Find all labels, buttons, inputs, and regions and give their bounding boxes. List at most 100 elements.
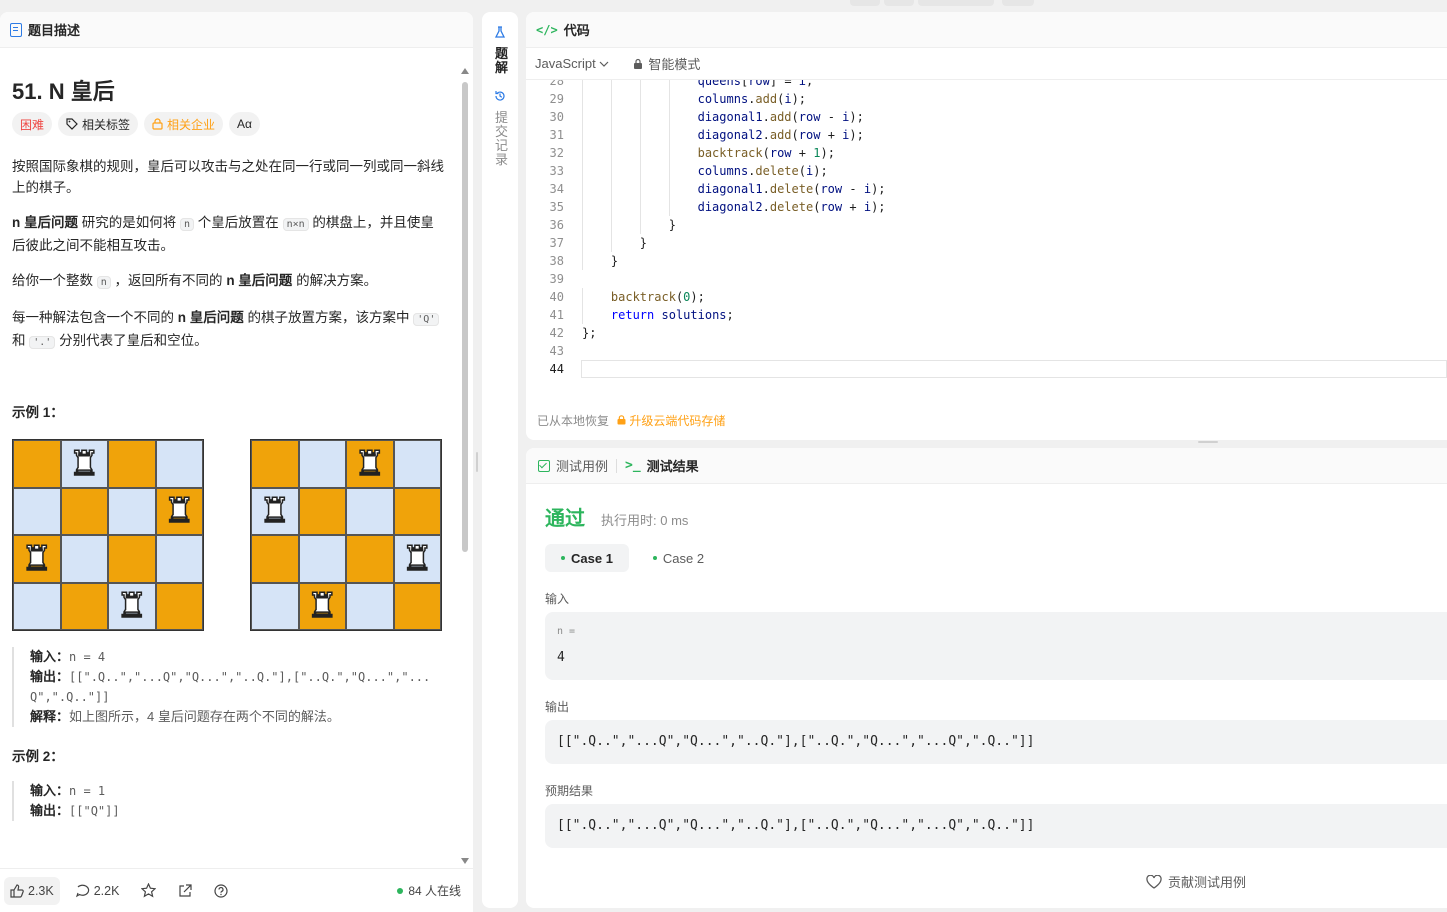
text-span: 分别代表了皇后和空位。 <box>55 333 208 348</box>
upgrade-link[interactable]: 升级云端代码存储 <box>617 412 725 429</box>
inline-code: n <box>180 218 195 231</box>
code-line: 33 columns.delete(i); <box>526 162 1447 180</box>
code-text: } <box>582 254 619 268</box>
top-strip <box>0 0 1447 12</box>
output-value: [[".Q..","...Q","Q...","..Q."],["..Q.","… <box>30 670 431 704</box>
board-cell <box>298 487 346 535</box>
description-paragraph-4: 每一种解法包含一个不同的 n 皇后问题 的棋子放置方案，该方案中 'Q' 和 '… <box>12 307 446 353</box>
queen-cell: ♜ <box>13 535 61 583</box>
code-line: 40 backtrack(0); <box>526 288 1447 306</box>
input-value: n = 1 <box>69 784 106 798</box>
text-span: ，返回所有不同的 <box>110 273 227 288</box>
inline-code: '.' <box>29 336 56 349</box>
tab-result[interactable]: >_ 测试结果 <box>625 456 699 475</box>
line-number: 37 <box>549 236 564 250</box>
lock-icon <box>634 58 643 69</box>
code-text: backtrack(row + 1); <box>697 146 835 160</box>
code-text: diagonal2.delete(row + i); <box>697 200 886 214</box>
expected-value: [[".Q..","...Q","Q...","..Q."],["..Q.","… <box>557 818 1035 833</box>
line-number: 43 <box>549 344 564 358</box>
topics-tag-button[interactable]: 相关标签 <box>58 112 139 136</box>
code-tab[interactable]: </> 代码 <box>526 12 1447 48</box>
tab-submissions-label: 提交记录 <box>493 110 508 167</box>
code-line: 29 columns.add(i); <box>526 90 1447 108</box>
case-1-tab[interactable]: Case 1 <box>545 544 629 572</box>
code-line: 37 } <box>526 234 1447 252</box>
tab-testcase-label: 测试用例 <box>556 459 609 474</box>
code-toolbar: JavaScript 智能模式 <box>526 48 1447 80</box>
board-cell <box>60 535 108 583</box>
tab-solutions[interactable]: 题解 <box>491 26 510 75</box>
scroll-down-arrow[interactable] <box>461 858 469 864</box>
difficulty-badge[interactable]: 困难 <box>12 112 53 136</box>
line-number: 44 <box>549 362 564 376</box>
language-select[interactable]: JavaScript <box>535 56 609 71</box>
case-2-tab[interactable]: Case 2 <box>637 544 720 572</box>
board-cell <box>13 582 61 630</box>
companies-tag-button[interactable]: 相关企业 <box>144 112 224 136</box>
flask-icon <box>494 26 506 38</box>
explain-label: 解释： <box>30 709 70 724</box>
pass-dot-icon <box>652 556 657 560</box>
board-cell <box>155 535 203 583</box>
problem-title: 51. N 皇后 <box>12 79 115 104</box>
output-label: 输出 <box>545 700 570 714</box>
problem-description[interactable]: 51. N 皇后 困难 相关标签 相关企业 Aα 按照国际象棋的规则，皇后可以攻… <box>0 48 458 868</box>
topics-tag-label: 相关标签 <box>82 117 131 132</box>
input-box: n = 4 <box>545 612 1447 680</box>
queen-icon: ♜ <box>259 492 291 531</box>
case-label: Case 2 <box>662 550 705 566</box>
board-cell <box>108 487 156 535</box>
contribute-testcase-button[interactable]: 贡献测试用例 <box>1146 872 1246 891</box>
queen-cell: ♜ <box>108 582 156 630</box>
input-label: 输入： <box>30 649 70 664</box>
board-cell <box>298 440 346 488</box>
code-text: } <box>582 218 676 232</box>
tab-result-label: 测试结果 <box>646 459 699 474</box>
input-value: n = 4 <box>69 650 106 664</box>
code-editor[interactable]: 28 queens[row] = i; 29 columns.add(i); 30 … <box>526 80 1447 384</box>
help-button[interactable] <box>208 877 234 905</box>
result-panel: 测试用例 >_ 测试结果 通过 执行用时: 0 ms Case 1 Case 2… <box>526 448 1447 908</box>
queen-cell: ♜ <box>60 440 108 488</box>
scroll-up-arrow[interactable] <box>461 68 469 74</box>
panel-resize-handle[interactable] <box>476 452 478 472</box>
favorite-button[interactable] <box>135 877 162 905</box>
bold-term: n 皇后问题 <box>12 215 78 230</box>
mode-toggle[interactable]: 智能模式 <box>633 54 700 73</box>
lock-icon <box>617 415 626 425</box>
comments-button[interactable]: 2.2K <box>70 877 126 905</box>
expected-label: 预期结果 <box>545 784 594 798</box>
online-dot-icon <box>397 887 404 894</box>
tab-testcase[interactable]: 测试用例 <box>538 456 608 475</box>
queen-icon: ♜ <box>116 587 148 626</box>
horizontal-resize-handle[interactable] <box>1198 441 1218 443</box>
queen-cell: ♜ <box>298 582 346 630</box>
line-number: 30 <box>549 110 564 124</box>
like-button[interactable]: 2.3K <box>4 876 60 905</box>
description-paragraph-3: 给你一个整数 n ，返回所有不同的 n 皇后问题 的解决方案。 <box>12 270 446 293</box>
text-span: 每一种解法包含一个不同的 <box>12 310 178 325</box>
problem-tab[interactable]: 题目描述 <box>0 12 473 48</box>
tab-submissions[interactable]: 提交记录 <box>491 90 510 167</box>
example-boards: ♜ ♜ ♜ ♜ ♜ ♜ ♜ ♜ <box>12 439 446 631</box>
runtime-text: 执行用时: 0 ms <box>601 513 689 528</box>
font-size-button[interactable]: Aα <box>229 112 260 136</box>
share-button[interactable] <box>172 877 198 905</box>
code-line: 30 diagonal1.add(row - i); <box>526 108 1447 126</box>
line-number: 28 <box>549 80 564 88</box>
code-line: 35 diagonal2.delete(row + i); <box>526 198 1447 216</box>
line-number: 33 <box>549 164 564 178</box>
board-cell <box>346 487 394 535</box>
example-1-title: 示例 1： <box>12 405 64 420</box>
language-label: JavaScript <box>535 56 596 71</box>
code-line: 41 return solutions; <box>526 306 1447 324</box>
tag-icon <box>66 118 78 130</box>
description-paragraph-1: 按照国际象棋的规则，皇后可以攻击与之处在同一行或同一列或同一斜线上的棋子。 <box>12 159 444 195</box>
star-icon <box>141 883 157 898</box>
text-span: 的解决方案。 <box>292 273 378 288</box>
line-number: 41 <box>549 308 564 322</box>
example-input-row: 输入：n = 1 <box>30 781 446 801</box>
queen-cell: ♜ <box>346 440 394 488</box>
description-scrollbar[interactable] <box>462 82 468 552</box>
